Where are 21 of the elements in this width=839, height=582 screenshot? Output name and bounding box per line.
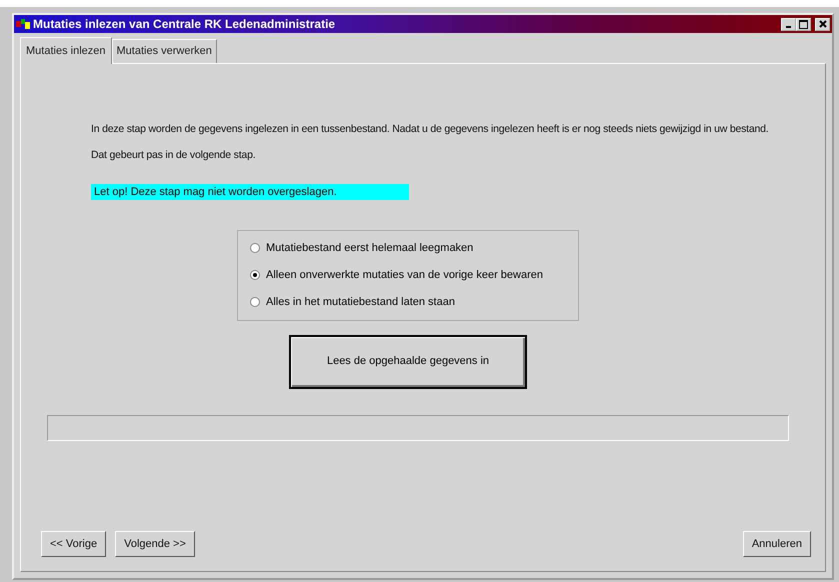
warning-text: Let op! Deze stap mag niet worden overgeslagen. xyxy=(91,184,409,200)
tab[interactable]: Mutaties verwerken xyxy=(112,39,217,62)
option-label[interactable]: Mutatiebestand eerst helemaal leegmaken xyxy=(266,240,474,256)
next-button[interactable]: Volgende >> xyxy=(115,530,195,557)
option-label[interactable]: Alles in het mutatiebestand laten staan xyxy=(266,294,455,310)
radio-button[interactable] xyxy=(250,270,260,280)
maximize-button[interactable] xyxy=(796,18,811,30)
previous-button[interactable]: << Vorige xyxy=(41,530,106,557)
radio-button[interactable] xyxy=(250,243,260,253)
close-icon xyxy=(818,20,826,28)
window-title: Mutaties inlezen van Centrale RK Ledenadministratie xyxy=(33,16,336,33)
minimize-button[interactable] xyxy=(781,18,796,30)
app-icon xyxy=(16,19,30,29)
read-data-button[interactable]: Lees de opgehaalde gegevens in xyxy=(289,334,527,388)
cancel-button[interactable]: Annuleren xyxy=(742,530,811,557)
maximize-icon xyxy=(799,20,808,28)
tab[interactable]: Mutaties inlezen xyxy=(20,37,112,64)
option-label[interactable]: Alleen onverwerkte mutaties van de vorige keer bewaren xyxy=(266,266,543,284)
close-button[interactable] xyxy=(815,18,830,30)
radio-button[interactable] xyxy=(250,297,260,307)
instruction-text: In deze stap worden de gegevens ingelezen in een tussenbestand. Nadat u de gegevens ingelezen heeft is er nog steeds niets gewijzigd in uw bestand. Dat gebeurt pas in de volgende stap. xyxy=(91,122,770,162)
